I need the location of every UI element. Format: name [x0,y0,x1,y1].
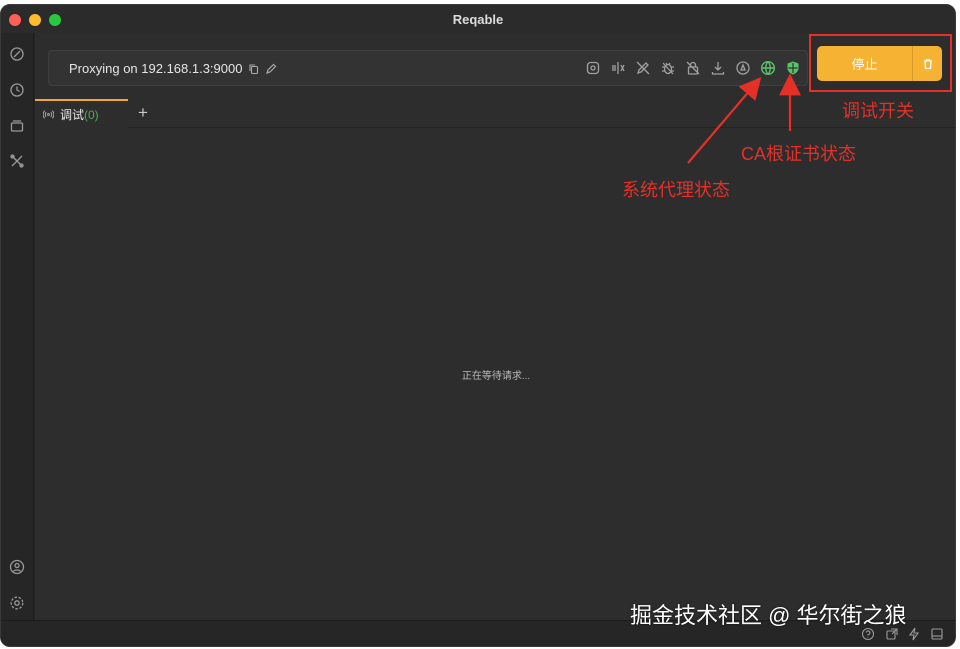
lightning-icon[interactable] [907,627,921,641]
annotation-system-proxy-status: 系统代理状态 [622,180,730,200]
app-window: Reqable Proxying on 192.168.1.3:9000 调试(… [0,4,956,647]
copy-icon[interactable] [248,62,260,80]
trash-icon [923,58,932,69]
annotation-ca-cert-status: CA根证书状态 [741,144,857,164]
no-lock-icon[interactable] [685,60,701,76]
tab-debug-count: (0) [84,108,99,122]
split-icon[interactable] [610,60,626,76]
title-bar: Reqable [1,5,955,33]
settings-icon[interactable] [8,594,26,612]
proxy-status-text: Proxying on 192.168.1.3:9000 [69,61,243,76]
main-panel: Proxying on 192.168.1.3:9000 调试(0) + 正在等… [35,33,955,620]
proxy-bar: Proxying on 192.168.1.3:9000 [48,50,808,86]
bug-icon[interactable] [660,60,676,76]
add-tab-icon[interactable]: + [135,103,151,123]
clear-button[interactable] [912,46,942,81]
empty-state-text: 正在等待请求... [461,371,531,382]
shield-icon[interactable] [785,60,801,76]
account-icon[interactable] [8,558,26,576]
broadcast-icon [42,109,55,120]
history-icon[interactable] [8,81,26,99]
tools-icon[interactable] [8,152,26,170]
capture-icon[interactable] [735,60,751,76]
annotation-debug-switch: 调试开关 [842,101,914,121]
download-icon[interactable] [710,60,726,76]
at-sign-icon[interactable] [585,60,601,76]
compass-icon[interactable] [8,45,26,63]
window-title: Reqable [452,11,504,27]
globe-icon[interactable] [760,60,776,76]
sidebar [1,33,34,646]
zoom-window-button[interactable] [49,14,61,26]
layers-icon[interactable] [8,117,26,135]
minimize-window-button[interactable] [29,14,41,26]
tab-bar: 调试(0) + [35,99,955,128]
window-controls [9,14,61,26]
tab-debug[interactable]: 调试(0) [35,99,128,128]
layout-icon[interactable] [930,627,944,641]
stop-button[interactable]: 停止 [817,46,912,81]
close-window-button[interactable] [9,14,21,26]
tab-debug-label: 调试 [60,108,85,122]
edit-icon[interactable] [265,62,277,80]
watermark: 掘金技术社区 @ 华尔街之狼 [630,603,907,628]
no-pen-icon[interactable] [635,60,651,76]
